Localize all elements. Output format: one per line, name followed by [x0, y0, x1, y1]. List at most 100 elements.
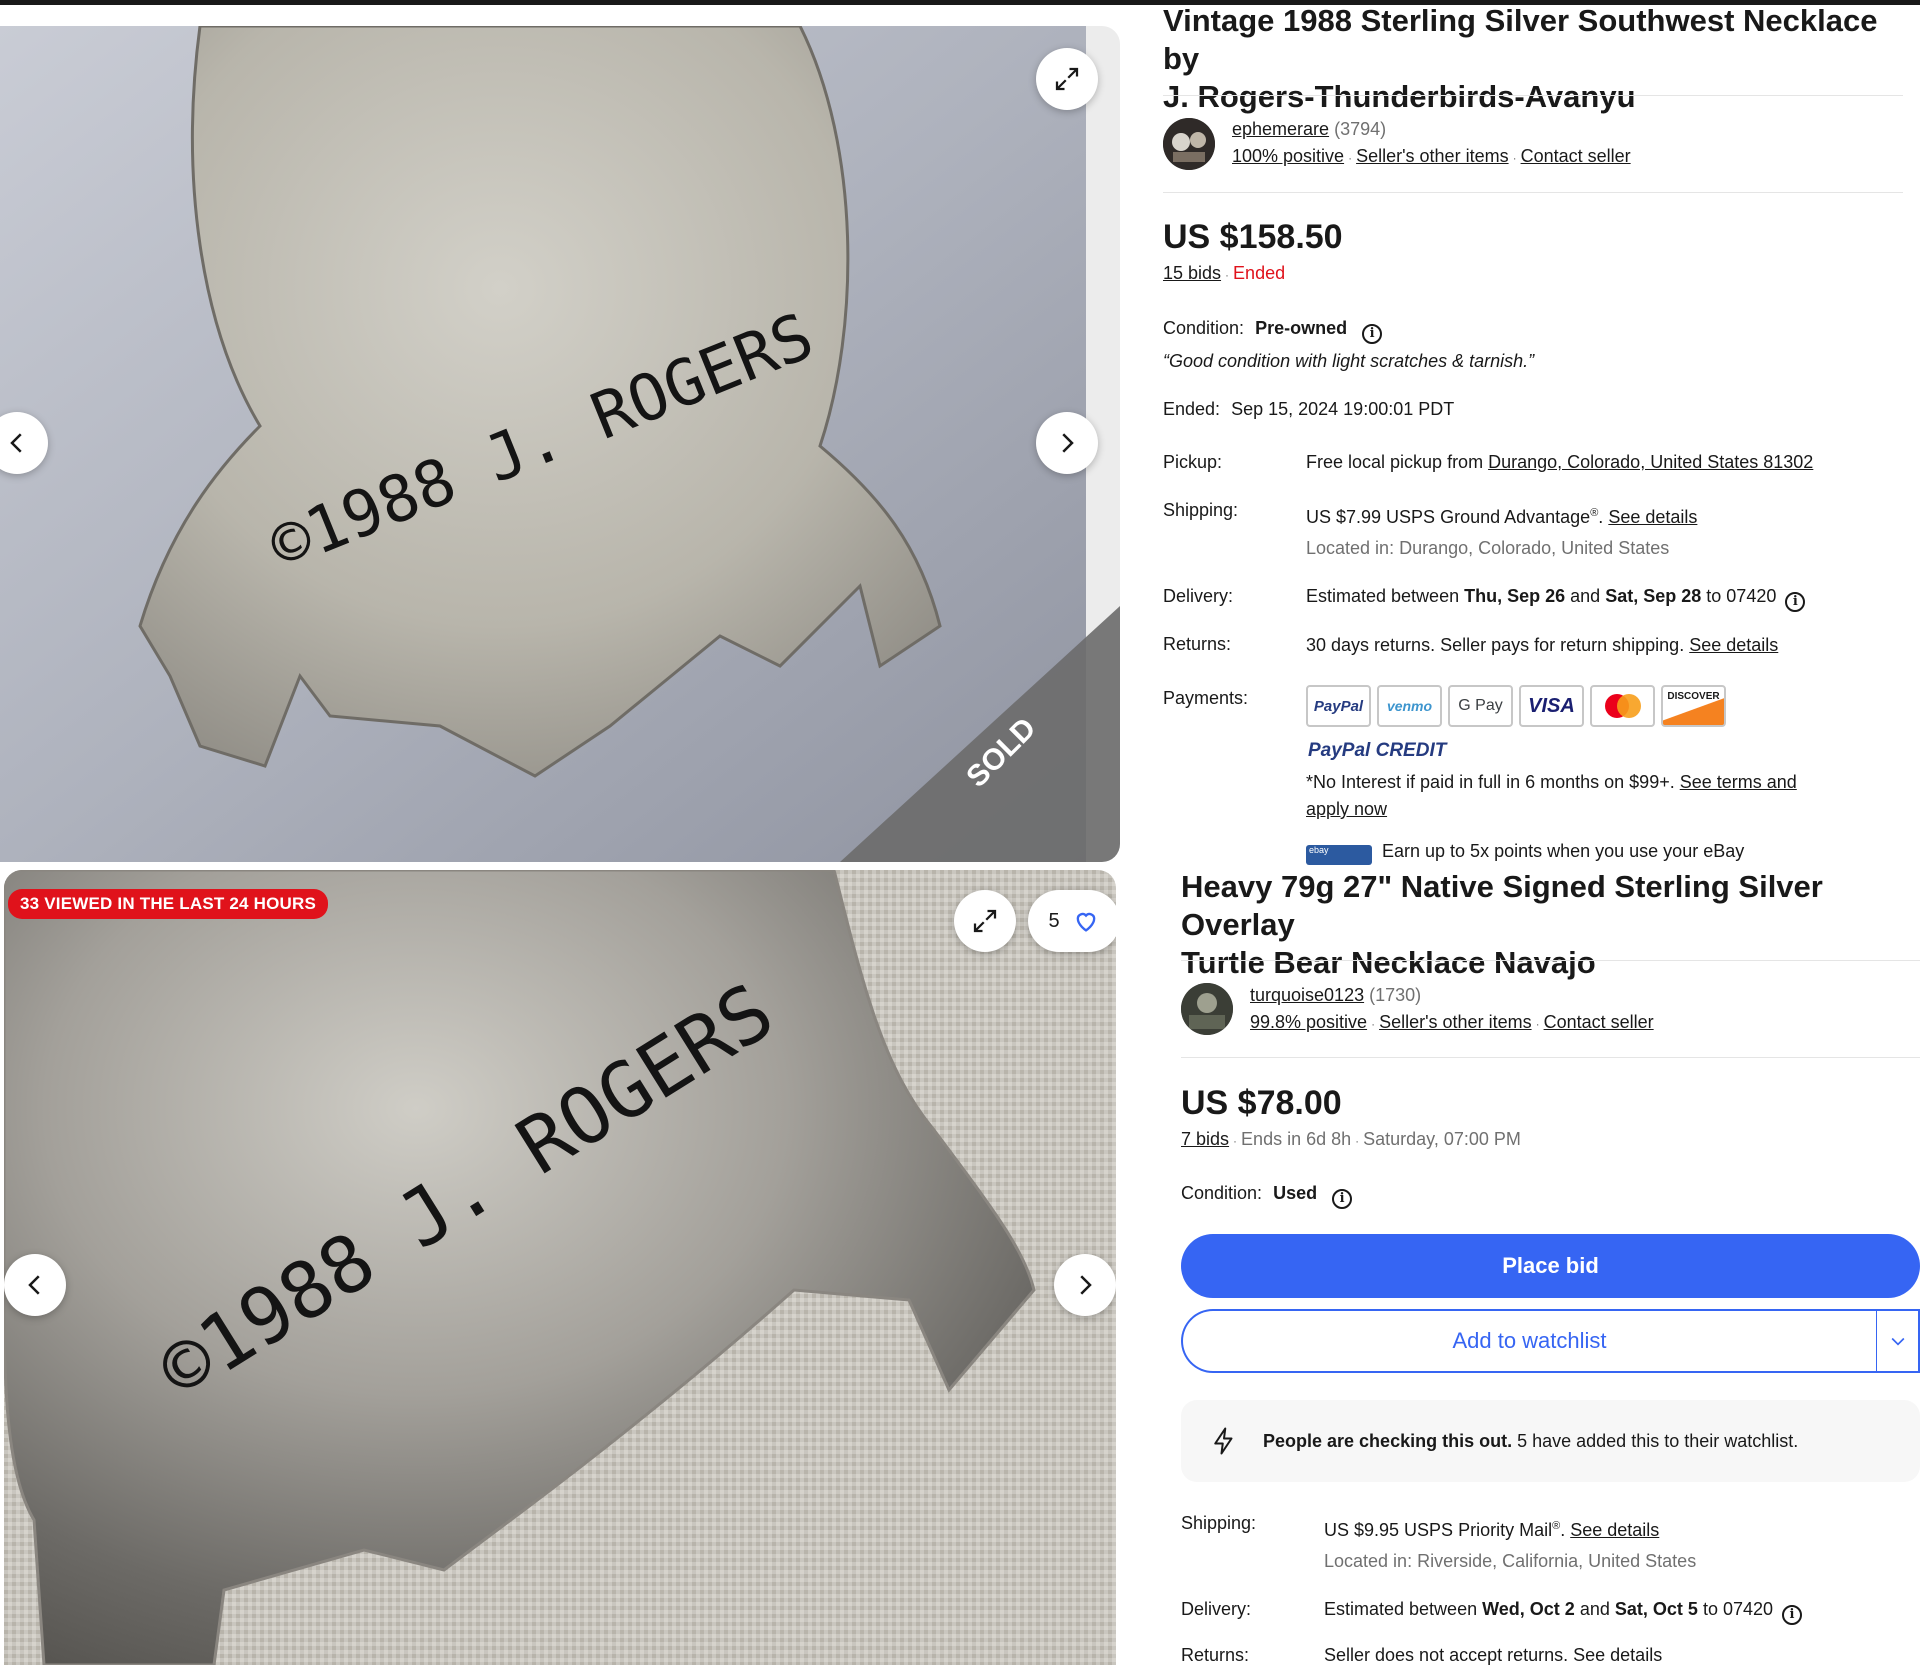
expand-icon [973, 909, 997, 933]
ebay-points-text: Earn up to 5x points when you use your e… [1382, 841, 1745, 861]
divider [1163, 192, 1903, 193]
seller-feedback-count: (1730) [1369, 985, 1422, 1005]
shipping-details-link[interactable]: See details [1608, 507, 1697, 527]
payments-label: Payments: [1163, 688, 1249, 708]
delivery-label-1: Delivery: [1163, 586, 1234, 606]
seller-links-1: 100% positive · Seller's other items · Conta… [1232, 146, 1631, 166]
paypal-logo-icon: PayPal [1306, 685, 1371, 727]
image-gallery-2[interactable]: ©1988 J. ROGERS 33 VIEWED IN THE LAST 24… [4, 870, 1116, 1665]
bid-status-2: 7 bids · Ends in 6d 8h · Saturday, 07:00 PM [1181, 1129, 1521, 1149]
ended-value: Sep 15, 2024 19:00:01 PDT [1231, 399, 1455, 419]
info-icon[interactable]: i [1782, 1605, 1803, 1625]
ended-status: Ended [1233, 263, 1286, 283]
shipping-details-link[interactable]: See details [1570, 1520, 1659, 1540]
prev-image-button-2[interactable] [4, 1254, 66, 1316]
product-photo-2 [4, 870, 1116, 1665]
shipping-label-1: Shipping: [1163, 500, 1239, 520]
watch-count: 5 [1048, 909, 1060, 932]
paypal-credit-logo: PayPal CREDIT [1308, 740, 1447, 761]
pickup-location-link[interactable]: Durango, Colorado, United States 81302 [1488, 452, 1813, 472]
chevron-right-icon [1062, 433, 1074, 453]
seller-other-items-link[interactable]: Seller's other items [1379, 1012, 1532, 1032]
chevron-right-icon [1080, 1275, 1092, 1295]
chevron-left-icon [28, 1275, 40, 1295]
listing-title-2: Heavy 79g 27" Native Signed Sterling Sil… [1181, 869, 1823, 980]
condition-row-2: Condition: Used i [1181, 1180, 1353, 1209]
info-icon[interactable]: i [1362, 324, 1383, 344]
located-in-2: Located in: Riverside, California, Unite… [1324, 1551, 1697, 1571]
seller-name-link[interactable]: turquoise0123 [1250, 985, 1364, 1005]
seller-avatar-1[interactable] [1163, 118, 1215, 170]
seller-name-link[interactable]: ephemerare [1232, 119, 1329, 139]
add-to-watchlist-button[interactable]: Add to watchlist [1181, 1309, 1876, 1373]
expand-icon [1055, 67, 1079, 91]
shipping-value-2: US $9.95 USPS Priority Mail®. See detail… [1324, 1520, 1660, 1540]
next-image-button-1[interactable] [1036, 412, 1098, 474]
watchlist-dropdown-button[interactable] [1876, 1309, 1920, 1373]
ended-row: Ended: Sep 15, 2024 19:00:01 PDT [1163, 399, 1455, 419]
returns-value-2: Seller does not accept returns. See deta… [1324, 1645, 1663, 1665]
info-icon[interactable]: i [1785, 592, 1806, 612]
product-photo-1 [0, 26, 1120, 862]
price-2: US $78.00 [1181, 1084, 1342, 1122]
notice-text: 5 have added this to their watchlist. [1517, 1430, 1799, 1451]
bids-link[interactable]: 15 bids [1163, 263, 1221, 283]
returns-label-1: Returns: [1163, 634, 1232, 654]
pickup-value: Free local pickup from Durango, Colorado… [1306, 452, 1814, 472]
info-icon[interactable]: i [1332, 1189, 1353, 1209]
ends-time: Saturday, 07:00 PM [1363, 1129, 1521, 1149]
place-bid-button[interactable]: Place bid [1181, 1234, 1920, 1298]
delivery-value-1: Estimated between Thu, Sep 26 and Sat, S… [1306, 583, 1806, 612]
delivery-label-2: Delivery: [1181, 1599, 1252, 1619]
apply-now-row: apply now [1306, 796, 1387, 822]
returns-details-link[interactable]: See details [1689, 635, 1778, 655]
see-terms-link[interactable]: See terms and [1680, 772, 1797, 792]
located-in-1: Located in: Durango, Colorado, United St… [1306, 538, 1670, 558]
watch-count-button[interactable]: 5 [1028, 890, 1116, 952]
seller-positive-link[interactable]: 100% positive [1232, 146, 1344, 166]
delivery-value-2: Estimated between Wed, Oct 2 and Sat, Oc… [1324, 1596, 1803, 1625]
seller-info-1: ephemerare (3794) [1232, 116, 1386, 142]
google-pay-logo-icon: G Pay [1448, 685, 1513, 727]
seller-positive-link[interactable]: 99.8% positive [1250, 1012, 1367, 1032]
discover-logo-icon: DISCOVER [1661, 685, 1726, 727]
venmo-logo-icon: venmo [1377, 685, 1442, 727]
heart-icon [1076, 912, 1095, 932]
seller-feedback-count: (3794) [1334, 119, 1387, 139]
condition-value: Pre-owned [1255, 318, 1348, 338]
seller-other-items-link[interactable]: Seller's other items [1356, 146, 1509, 166]
returns-label-2: Returns: [1181, 1645, 1250, 1665]
seller-avatar-2[interactable] [1181, 983, 1233, 1035]
bid-status-1: 15 bids · Ended [1163, 263, 1286, 283]
divider [1181, 960, 1920, 961]
condition-note: “Good condition with light scratches & t… [1163, 351, 1535, 371]
fullscreen-button-1[interactable] [1036, 48, 1098, 110]
shipping-label-2: Shipping: [1181, 1513, 1257, 1533]
paypal-credit-text: *No Interest if paid in full in 6 months… [1306, 772, 1797, 792]
fullscreen-button-2[interactable] [954, 890, 1016, 952]
seller-info-2: turquoise0123 (1730) [1250, 982, 1421, 1008]
ends-in: Ends in 6d 8h [1241, 1129, 1352, 1149]
divider [1181, 1057, 1920, 1058]
contact-seller-link[interactable]: Contact seller [1544, 1012, 1654, 1032]
chevron-left-icon [10, 433, 22, 453]
condition-row-1: Condition: Pre-owned i [1163, 315, 1383, 344]
chevron-down-icon [1891, 1337, 1904, 1346]
bids-link[interactable]: 7 bids [1181, 1129, 1229, 1149]
shipping-value-1: US $7.99 USPS Ground Advantage®. See det… [1306, 507, 1698, 527]
lightning-icon [1214, 1427, 1233, 1455]
ebay-card-icon: ebay [1306, 845, 1372, 865]
returns-value-1: 30 days returns. Seller pays for return … [1306, 635, 1779, 655]
image-gallery-1[interactable]: ©1988 J. ROGERS SOLD [0, 26, 1120, 862]
notice-bold: People are checking this out. [1263, 1430, 1513, 1451]
condition-value: Used [1273, 1183, 1318, 1203]
price-1: US $158.50 [1163, 218, 1343, 256]
listing-title-1: Vintage 1988 Sterling Silver Southwest N… [1163, 3, 1878, 114]
contact-seller-link[interactable]: Contact seller [1521, 146, 1631, 166]
watchers-notice: People are checking this out. 5 have add… [1181, 1400, 1920, 1482]
seller-links-2: 99.8% positive · Seller's other items · Cont… [1250, 1012, 1654, 1032]
next-image-button-2[interactable] [1054, 1254, 1116, 1316]
pickup-label: Pickup: [1163, 452, 1223, 472]
apply-now-link[interactable]: apply now [1306, 799, 1387, 819]
visa-logo-icon: VISA [1519, 685, 1584, 727]
